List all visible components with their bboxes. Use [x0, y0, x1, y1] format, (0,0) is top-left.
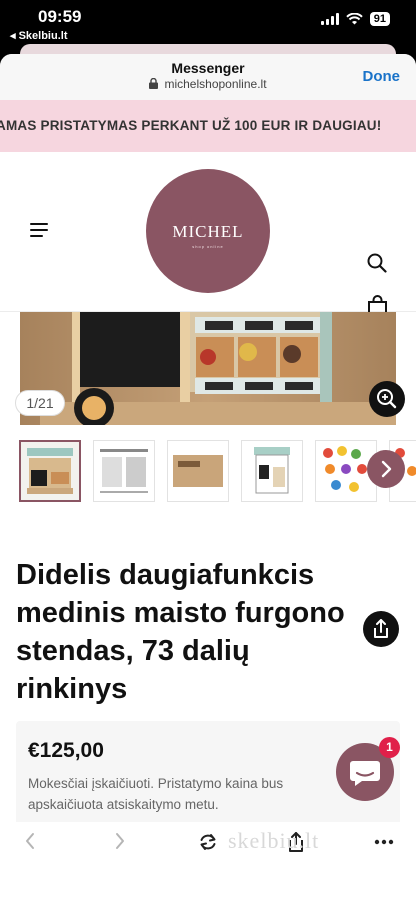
url-text: michelshoponline.lt [164, 77, 267, 91]
status-time: 09:59 [38, 7, 82, 26]
menu-icon[interactable] [30, 223, 48, 237]
logo-subtitle: shop online [192, 244, 224, 249]
chevron-right-icon [381, 460, 392, 478]
thumbnail-1[interactable] [19, 440, 81, 502]
product-title: Didelis daugiafunkcis medinis maisto fur… [16, 559, 345, 705]
search-icon[interactable] [367, 253, 387, 273]
thumbnail-3[interactable] [167, 440, 229, 502]
more-icon[interactable] [374, 839, 394, 845]
thumbnail-4[interactable] [241, 440, 303, 502]
done-button[interactable]: Done [363, 68, 401, 85]
product-price: €125,00 [28, 739, 104, 762]
thumbnail-2[interactable] [93, 440, 155, 502]
back-icon[interactable] [24, 832, 36, 850]
thumbnail-strip [0, 438, 416, 504]
thumbnail-image [94, 441, 154, 501]
promo-text: AMAS PRISTATYMAS PERKANT UŽ 100 EUR IR D… [0, 118, 382, 133]
browser-toolbar [0, 822, 416, 862]
browser-url: michelshoponline.lt [0, 77, 416, 91]
reload-icon[interactable] [198, 832, 218, 852]
messenger-browser-sheet: Messenger michelshoponline.lt Done AMAS … [0, 54, 416, 900]
image-counter: 1/21 [15, 390, 65, 416]
site-logo[interactable]: MICHEL shop online [146, 169, 270, 293]
next-image-button[interactable] [367, 450, 405, 488]
browser-title: Messenger [171, 60, 245, 76]
lock-icon [149, 78, 159, 89]
logo-text: MICHEL [172, 222, 244, 241]
wifi-icon [346, 13, 363, 25]
browser-header: Messenger michelshoponline.lt Done [0, 54, 416, 100]
forward-icon[interactable] [114, 832, 126, 850]
tax-note: Mokesčiai įskaičiuoti. Pristatymo kaina … [28, 776, 284, 812]
chat-notification-badge: 1 [379, 737, 400, 758]
battery-icon: 91 [369, 12, 390, 26]
share-button[interactable] [363, 611, 399, 647]
watermark: skelbiu.lt [228, 828, 320, 853]
zoom-button[interactable] [369, 381, 405, 417]
thumbnail-image [21, 442, 79, 500]
back-to-app-link[interactable]: ◂ Skelbiu.lt [10, 29, 67, 42]
status-bar: 09:59 ◂ Skelbiu.lt 91 [0, 0, 416, 48]
thumbnail-image [168, 441, 228, 501]
promo-banner: AMAS PRISTATYMAS PERKANT UŽ 100 EUR IR D… [0, 100, 416, 152]
zoom-in-icon [377, 389, 397, 409]
share-icon [374, 619, 388, 638]
status-indicators: 91 [320, 12, 390, 26]
thumbnail-image [242, 441, 302, 501]
product-main-image[interactable] [20, 312, 396, 425]
site-header: MICHEL shop online [0, 152, 416, 315]
signal-icon [320, 13, 339, 25]
